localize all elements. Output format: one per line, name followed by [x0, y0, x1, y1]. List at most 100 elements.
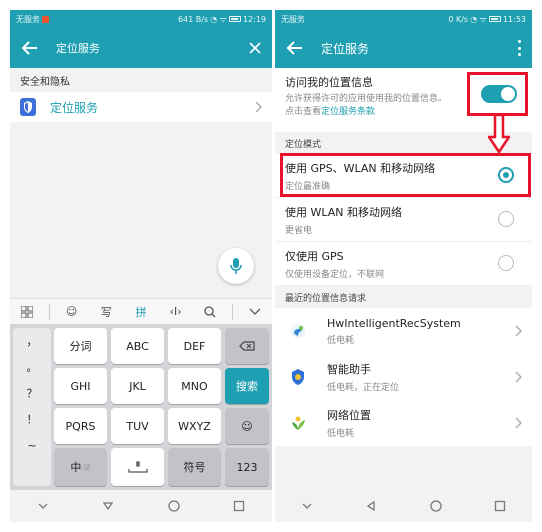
recents-square-icon[interactable] — [232, 499, 246, 513]
punct-key[interactable]: 。 — [13, 354, 51, 380]
collapse-keyboard-icon[interactable] — [242, 301, 268, 323]
status-bar: 无服务 641 B/s ◔ ᯤ 12:19 — [10, 10, 272, 28]
key-wxyz[interactable]: WXYZ — [168, 408, 221, 444]
signal-icons: ◔ ᯤ — [210, 14, 227, 24]
key-label: 符号 — [183, 461, 206, 474]
key-fenci[interactable]: 分词 — [54, 328, 107, 364]
key-label: TUV — [126, 419, 149, 433]
home-circle-icon[interactable] — [167, 499, 181, 513]
back-arrow-icon[interactable] — [20, 38, 40, 58]
left-screen: 无服务 641 B/s ◔ ᯤ 12:19 定位服务 安全和隐私 定位服务 ☺ … — [10, 10, 272, 522]
mode-title: 仅使用 GPS — [285, 250, 344, 263]
app-status: 低电耗 — [327, 429, 355, 439]
punct-key[interactable]: ~ — [13, 432, 51, 458]
pinyin-button[interactable]: 拼 — [128, 301, 154, 323]
space-key[interactable] — [111, 448, 164, 486]
punct-key[interactable]: ！ — [13, 406, 51, 432]
terms-link[interactable]: 定位服务条款 — [321, 107, 375, 117]
battery-icon — [228, 16, 241, 22]
key-tuv[interactable]: TUV — [111, 408, 164, 444]
back-arrow-icon[interactable] — [285, 38, 305, 58]
grid-menu-icon[interactable] — [14, 301, 40, 323]
voice-input-button[interactable] — [218, 248, 254, 284]
emoji-key[interactable]: ☺ — [225, 408, 269, 444]
result-label: 定位服务 — [50, 100, 99, 115]
backspace-icon — [239, 341, 255, 351]
down-arrow-annotation-icon — [488, 114, 510, 154]
punctuation-column[interactable]: ， 。 ？ ！ ~ — [13, 328, 51, 486]
carrier-text: 无服务 — [16, 14, 40, 24]
network-speed: 641 B/s — [177, 14, 209, 24]
chevron-down-icon[interactable] — [36, 499, 50, 513]
punct-key[interactable]: ？ — [13, 380, 51, 406]
search-input[interactable]: 定位服务 — [56, 40, 100, 56]
back-triangle-icon[interactable] — [101, 499, 115, 513]
key-abc[interactable]: ABC — [111, 328, 164, 364]
key-label: DEF — [183, 339, 206, 353]
number-key[interactable]: 123 — [225, 448, 269, 486]
chevron-right-icon — [515, 371, 522, 383]
symbol-key[interactable]: 符号 — [168, 448, 221, 486]
space-microphone-icon — [127, 461, 148, 473]
key-def[interactable]: DEF — [168, 328, 221, 364]
shield-icon — [20, 98, 36, 116]
punct-key[interactable]: ， — [13, 328, 51, 354]
key-label: WXYZ — [178, 419, 211, 433]
microphone-icon — [230, 258, 242, 274]
app-icon-intelligent-rec — [291, 324, 305, 338]
handwriting-button[interactable]: 写 — [93, 301, 119, 323]
backspace-key[interactable] — [225, 328, 269, 364]
radio-button[interactable] — [498, 211, 514, 227]
search-result-item[interactable]: 定位服务 — [10, 92, 272, 122]
more-options-icon[interactable] — [516, 40, 522, 56]
cursor-move-icon[interactable]: ‹I› — [163, 301, 189, 323]
home-circle-icon[interactable] — [429, 499, 443, 513]
app-name: 智能助手 — [327, 363, 371, 376]
key-label: 中 — [70, 461, 82, 474]
section-title: 安全和隐私 — [10, 68, 272, 92]
key-ghi[interactable]: GHI — [54, 368, 107, 404]
network-speed: 0 K/s — [448, 14, 469, 24]
key-sublabel: /英 — [81, 463, 91, 472]
search-key[interactable]: 搜索 — [225, 368, 269, 404]
emoji-icon[interactable]: ☺ — [59, 301, 85, 323]
keyboard: ， 。 ？ ！ ~ 分词 ABC DEF GHI JKL MNO 搜索 PQRS… — [10, 324, 272, 490]
mode-option-wlan-mobile[interactable]: 使用 WLAN 和移动网络 更省电 — [275, 198, 532, 242]
key-label: GHI — [70, 379, 91, 393]
app-request-item[interactable]: HwIntelligentRecSystem 低电耗 — [275, 308, 532, 354]
divider — [231, 303, 233, 320]
radio-button[interactable] — [498, 255, 514, 271]
clear-icon[interactable] — [248, 41, 262, 55]
search-icon[interactable] — [197, 301, 223, 323]
clock: 12:19 — [242, 14, 266, 24]
search-bar: 定位服务 — [10, 28, 272, 68]
app-request-item[interactable]: 智能助手 低电耗，正在定位 — [275, 354, 532, 400]
app-status: 低电耗，正在定位 — [327, 383, 400, 393]
mode-subtitle: 更省电 — [285, 226, 313, 236]
key-label: JKL — [129, 379, 146, 393]
key-pqrs[interactable]: PQRS — [54, 408, 107, 444]
highlight-box-mode — [280, 153, 531, 197]
key-mno[interactable]: MNO — [168, 368, 221, 404]
app-status: 低电耗 — [327, 335, 355, 346]
carrier-text: 无服务 — [281, 14, 305, 24]
mode-option-gps-only[interactable]: 仅使用 GPS 仅使用设备定位，不联网 — [275, 242, 532, 286]
location-access-desc: 允许获得许可的应用使用我的位置信息。点击查看定位服务条款 — [285, 93, 453, 119]
app-request-item[interactable]: 网络位置 低电耗 — [275, 400, 532, 446]
status-bar: 无服务 0 K/s ◔ ᯤ 11:53 — [275, 10, 532, 28]
key-jkl[interactable]: JKL — [111, 368, 164, 404]
clock: 11:53 — [502, 14, 526, 24]
key-label: MNO — [181, 379, 208, 393]
recents-square-icon[interactable] — [493, 499, 507, 513]
signal-icons: ◔ ᯤ — [470, 14, 487, 24]
back-triangle-icon[interactable] — [364, 499, 378, 513]
lang-switch-key[interactable]: 中/英 — [54, 448, 107, 486]
key-label: 123 — [236, 460, 258, 474]
app-icon-network-location — [292, 416, 305, 430]
key-label: 分词 — [69, 340, 92, 353]
key-label: 搜索 — [236, 380, 258, 393]
navigation-bar — [10, 490, 272, 522]
key-label: ABC — [126, 339, 149, 353]
chevron-right-icon — [515, 417, 522, 429]
chevron-down-icon[interactable] — [300, 499, 314, 513]
